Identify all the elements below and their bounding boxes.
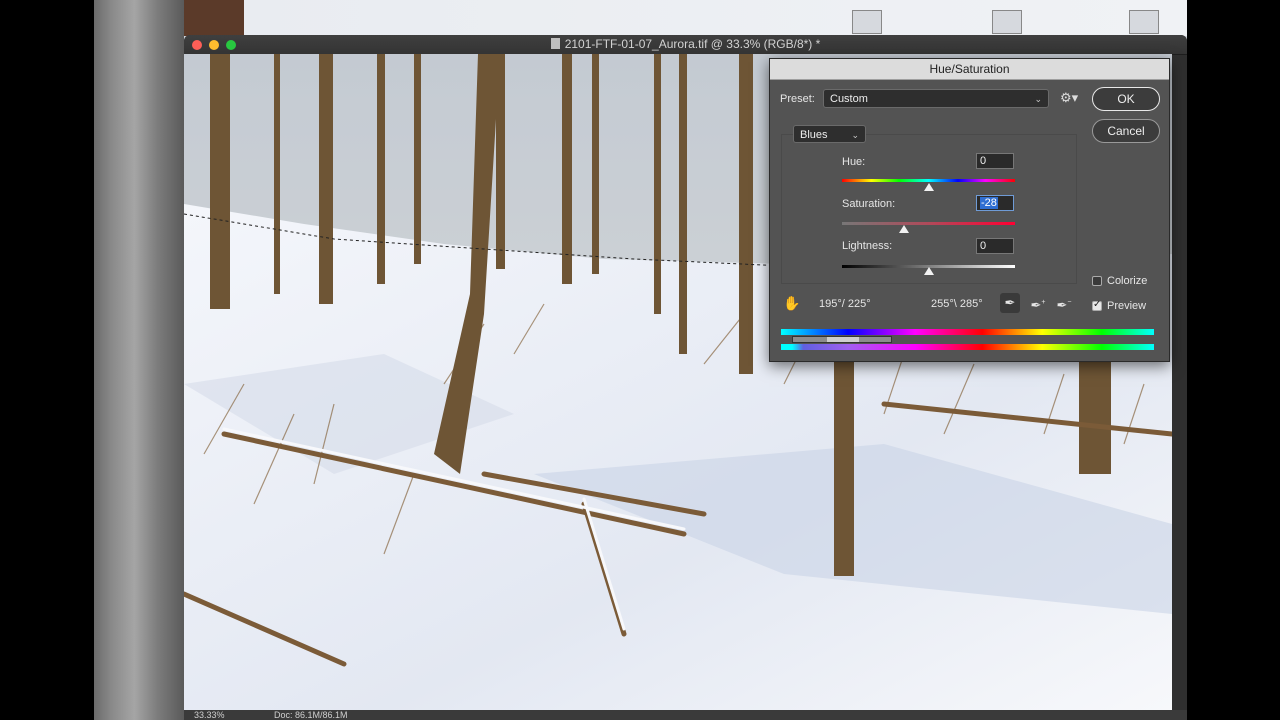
lightness-input[interactable]: 0 [976, 238, 1014, 254]
zoom-level[interactable]: 33.33% [194, 710, 225, 720]
saturation-slider-track[interactable] [842, 222, 1015, 225]
eyedropper-minus-icon[interactable]: ✒− [1054, 293, 1074, 313]
hue-slider-track[interactable] [842, 179, 1015, 182]
chevron-down-icon: ⌄ [851, 130, 859, 140]
preview-checkbox[interactable] [1092, 299, 1102, 311]
document-titlebar[interactable]: 2101-FTF-01-07_Aurora.tif @ 33.3% (RGB/8… [184, 35, 1187, 55]
chevron-down-icon: ⌄ [1034, 94, 1042, 104]
document-title-text: 2101-FTF-01-07_Aurora.tif @ 33.3% (RGB/8… [564, 37, 821, 51]
dialog-titlebar[interactable]: Hue/Saturation [770, 59, 1169, 80]
dialog-title: Hue/Saturation [929, 62, 1010, 76]
document-size: Doc: 86.1M/86.1M [274, 710, 348, 720]
desktop-top-strip [184, 0, 1187, 36]
saturation-label: Saturation: [842, 198, 896, 210]
channel-value: Blues [800, 129, 828, 141]
hue-label: Hue: [842, 156, 866, 168]
gear-icon[interactable]: ⚙▾ [1060, 90, 1078, 106]
preview-label[interactable]: Preview [1107, 300, 1146, 312]
saturation-slider-thumb[interactable] [899, 225, 910, 233]
desktop-file-thumbnail[interactable] [852, 10, 882, 34]
black-bar-right [1187, 0, 1280, 720]
colorize-checkbox[interactable] [1092, 276, 1102, 286]
input-color-spectrum [781, 329, 1154, 335]
lightness-label: Lightness: [842, 240, 893, 252]
desktop-file-thumbnail[interactable] [992, 10, 1022, 34]
hue-slider-thumb[interactable] [923, 183, 934, 191]
hand-icon[interactable]: ✋ [782, 293, 802, 313]
eyedropper-plus-icon[interactable]: ✒+ [1028, 293, 1048, 313]
range-left-readout: 195°/ 225° [819, 298, 871, 310]
saturation-value: -28 [980, 197, 998, 209]
adjustment-panel [781, 134, 1077, 284]
hue-input[interactable]: 0 [976, 153, 1014, 169]
colorize-label[interactable]: Colorize [1107, 275, 1147, 287]
preset-select[interactable]: Custom ⌄ [823, 89, 1049, 108]
document-file-icon [550, 38, 560, 49]
desktop-curtain [94, 0, 184, 720]
black-bar-left [0, 0, 94, 720]
color-range-bar[interactable] [792, 336, 892, 343]
range-right-readout: 255°\ 285° [931, 298, 983, 310]
preset-label: Preset: [780, 93, 815, 105]
eyedropper-icon[interactable]: ✒ [1000, 293, 1020, 313]
document-title: 2101-FTF-01-07_Aurora.tif @ 33.3% (RGB/8… [184, 37, 1187, 51]
lightness-slider-thumb[interactable] [923, 267, 934, 275]
color-range-core[interactable] [827, 337, 859, 342]
output-color-spectrum [781, 344, 1154, 350]
saturation-input[interactable]: -28 [976, 195, 1014, 211]
cancel-button[interactable]: Cancel [1092, 119, 1160, 143]
ok-button[interactable]: OK [1092, 87, 1160, 111]
hue-saturation-dialog: Hue/Saturation Preset: Custom ⌄ ⚙▾ OK Ca… [769, 58, 1170, 362]
channel-select[interactable]: Blues ⌄ [793, 125, 866, 143]
preset-value: Custom [830, 93, 868, 105]
desktop-file-thumbnail[interactable] [1129, 10, 1159, 34]
document-statusbar: 33.33% Doc: 86.1M/86.1M [184, 710, 1187, 720]
